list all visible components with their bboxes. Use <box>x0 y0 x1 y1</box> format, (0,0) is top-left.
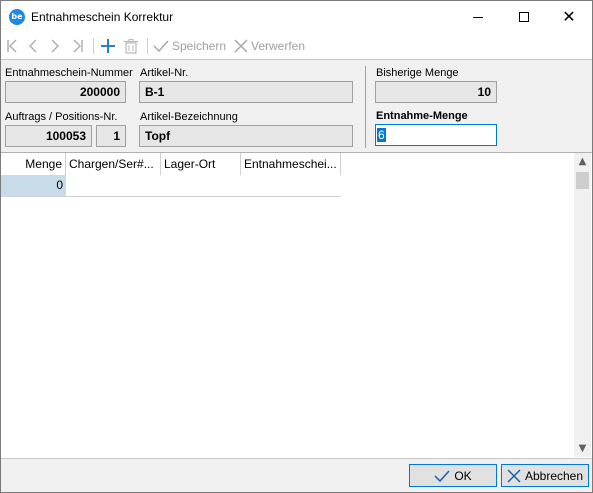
artikel-bezeichnung-field: Topf <box>139 125 353 147</box>
toolbar-separator <box>147 38 148 54</box>
window-title: Entnahmeschein Korrektur <box>31 10 174 24</box>
entnahmeschein-nummer-label: Entnahmeschein-Nummer <box>5 67 133 79</box>
last-record-icon <box>73 39 83 53</box>
artikel-nr-label: Artikel-Nr. <box>140 67 189 79</box>
maximize-icon <box>519 12 529 22</box>
checkmark-icon <box>434 469 450 482</box>
previous-record-icon <box>28 39 37 53</box>
bisherige-menge-label: Bisherige Menge <box>376 67 459 79</box>
form-separator <box>365 66 366 148</box>
first-record-icon <box>7 39 17 53</box>
discard-icon <box>234 39 248 53</box>
ok-label: OK <box>454 468 472 483</box>
last-record-button[interactable] <box>72 37 84 55</box>
cell-entnahmeschein[interactable] <box>241 175 341 196</box>
cell-lager-ort[interactable] <box>161 175 241 196</box>
data-grid[interactable]: Menge Chargen/Ser#... Lager-Ort Entnahme… <box>1 152 592 458</box>
bisherige-menge-field: 10 <box>375 81 497 103</box>
artikel-nr-field: B-1 <box>139 81 353 103</box>
close-icon: ✕ <box>562 7 576 26</box>
positions-nr-field: 1 <box>96 125 126 147</box>
save-label: Speichern <box>172 39 227 53</box>
footer-bar: OK Abbrechen <box>1 458 592 492</box>
auftrags-nr-field: 100053 <box>5 125 92 147</box>
minimize-icon <box>473 16 483 18</box>
toolbar: Speichern Verwerfen <box>1 33 592 59</box>
column-header-chargen[interactable]: Chargen/Ser#... <box>66 153 161 175</box>
column-header-entnahmeschein[interactable]: Entnahmeschei... <box>241 153 341 175</box>
title-bar[interactable]: be Entnahmeschein Korrektur ✕ <box>1 1 592 33</box>
entnahme-menge-input[interactable]: 6 <box>375 124 497 146</box>
dialog-window: be Entnahmeschein Korrektur ✕ Speichern <box>0 0 593 493</box>
add-button[interactable] <box>101 37 115 55</box>
entnahmeschein-nummer-field: 200000 <box>5 81 126 103</box>
table-row[interactable]: 0 <box>1 175 341 197</box>
app-icon: be <box>9 9 25 25</box>
toolbar-separator <box>93 38 94 54</box>
grid-header: Menge Chargen/Ser#... Lager-Ort Entnahme… <box>1 153 341 175</box>
previous-record-button[interactable] <box>28 37 38 55</box>
column-header-menge[interactable]: Menge <box>6 153 66 175</box>
entnahme-menge-value: 6 <box>377 128 386 142</box>
scrollbar-thumb[interactable] <box>576 172 589 189</box>
cancel-icon <box>507 468 521 483</box>
cell-chargen[interactable] <box>66 175 161 196</box>
add-icon <box>101 39 115 53</box>
discard-button[interactable]: Verwerfen <box>234 37 305 55</box>
cancel-label: Abbrechen <box>524 468 584 483</box>
artikel-bezeichnung-label: Artikel-Bezeichnung <box>140 111 238 123</box>
next-record-button[interactable] <box>50 37 60 55</box>
vertical-scrollbar[interactable]: ▲ ▼ <box>574 153 591 457</box>
minimize-button[interactable] <box>455 1 501 33</box>
cancel-button[interactable]: Abbrechen <box>501 464 589 487</box>
close-button[interactable]: ✕ <box>546 1 592 33</box>
save-button[interactable]: Speichern <box>153 37 226 55</box>
checkmark-icon <box>153 40 169 53</box>
cell-menge[interactable]: 0 <box>1 175 66 196</box>
column-header-lager-ort[interactable]: Lager-Ort <box>161 153 241 175</box>
maximize-button[interactable] <box>501 1 547 33</box>
scroll-up-icon[interactable]: ▲ <box>574 153 591 170</box>
discard-label: Verwerfen <box>251 39 306 53</box>
next-record-icon <box>51 39 60 53</box>
delete-button[interactable] <box>124 37 138 55</box>
delete-icon <box>124 38 138 54</box>
form-panel: Entnahmeschein-Nummer 200000 Artikel-Nr.… <box>1 60 592 152</box>
entnahme-menge-label: Entnahme-Menge <box>376 110 468 122</box>
first-record-button[interactable] <box>6 37 18 55</box>
auftrags-positions-label: Auftrags / Positions-Nr. <box>5 111 118 123</box>
ok-button[interactable]: OK <box>409 464 497 487</box>
scroll-down-icon[interactable]: ▼ <box>574 440 591 457</box>
